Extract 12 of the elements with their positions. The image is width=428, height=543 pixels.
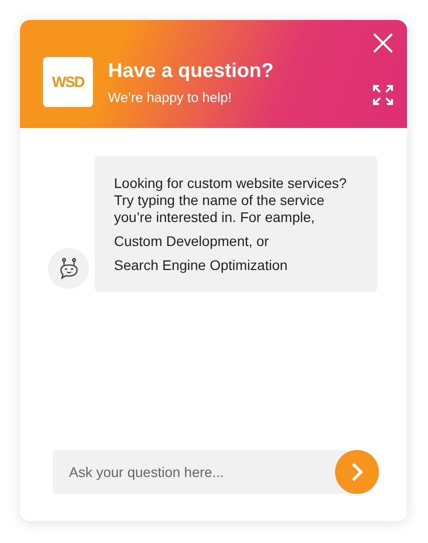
robot-icon xyxy=(58,258,78,280)
chat-title: Have a question? xyxy=(108,60,275,83)
expand-icon[interactable] xyxy=(373,85,393,105)
message-text: Looking for custom website services? Try typing the name of the service you’re interested in. For eample, xyxy=(114,175,348,226)
chat-subtitle: We’re happy to help! xyxy=(108,90,233,105)
send-button[interactable] xyxy=(335,450,379,494)
message-text: Search Engine Optimization xyxy=(114,257,289,274)
close-icon[interactable] xyxy=(373,33,393,53)
chevron-right-icon xyxy=(350,462,364,482)
question-field[interactable]: Ask your question here... xyxy=(53,450,347,494)
message-text: Custom Development, or xyxy=(114,233,270,250)
logo: WSD xyxy=(43,57,93,107)
